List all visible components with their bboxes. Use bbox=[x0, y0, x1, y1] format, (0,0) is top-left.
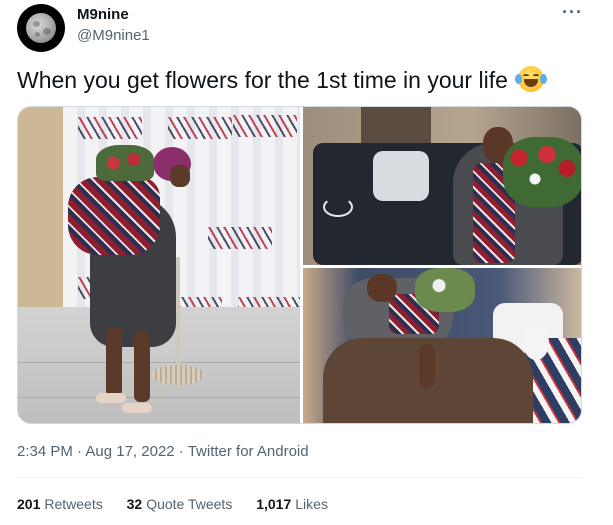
tweet-meta: 2:34 PM · Aug 17, 2022 · Twitter for And… bbox=[17, 443, 309, 460]
tweet: M9nine @M9nine1 ··· When you get flowers… bbox=[0, 0, 613, 525]
retweets-count: 201 bbox=[17, 496, 41, 512]
tweet-client[interactable]: Twitter for Android bbox=[188, 443, 309, 460]
author-name[interactable]: M9nine bbox=[77, 6, 129, 23]
photo-woman-bed-bouquet[interactable] bbox=[303, 268, 581, 423]
media-grid bbox=[17, 106, 582, 424]
likes-stat[interactable]: 1,017 Likes bbox=[256, 496, 328, 512]
meta-separator: · bbox=[174, 443, 188, 460]
moon-avatar-icon bbox=[26, 13, 56, 43]
quote-tweets-stat[interactable]: 32 Quote Tweets bbox=[127, 496, 233, 512]
retweets-stat[interactable]: 201 Retweets bbox=[17, 496, 103, 512]
more-options-icon[interactable]: ··· bbox=[562, 2, 583, 23]
meta-separator: · bbox=[72, 443, 86, 460]
quote-tweets-label: Quote Tweets bbox=[146, 496, 233, 512]
tweet-text: When you get flowers for the 1st time in… bbox=[17, 67, 508, 93]
author-handle[interactable]: @M9nine1 bbox=[77, 27, 150, 44]
divider bbox=[17, 477, 582, 478]
tweet-date[interactable]: Aug 17, 2022 bbox=[85, 443, 174, 460]
avatar[interactable] bbox=[17, 4, 65, 52]
face-with-tears-of-joy-icon bbox=[515, 66, 548, 92]
tweet-stats: 201 Retweets 32 Quote Tweets 1,017 Likes bbox=[17, 496, 348, 512]
tweet-text-container: When you get flowers for the 1st time in… bbox=[17, 66, 548, 94]
photo-woman-mopping[interactable] bbox=[18, 107, 300, 423]
photo-woman-sofa-bouquet[interactable] bbox=[303, 107, 581, 265]
retweets-label: Retweets bbox=[44, 496, 103, 512]
quote-tweets-count: 32 bbox=[126, 496, 143, 512]
tweet-time[interactable]: 2:34 PM bbox=[17, 443, 73, 460]
likes-count: 1,017 bbox=[256, 496, 292, 512]
likes-label: Likes bbox=[295, 496, 328, 512]
